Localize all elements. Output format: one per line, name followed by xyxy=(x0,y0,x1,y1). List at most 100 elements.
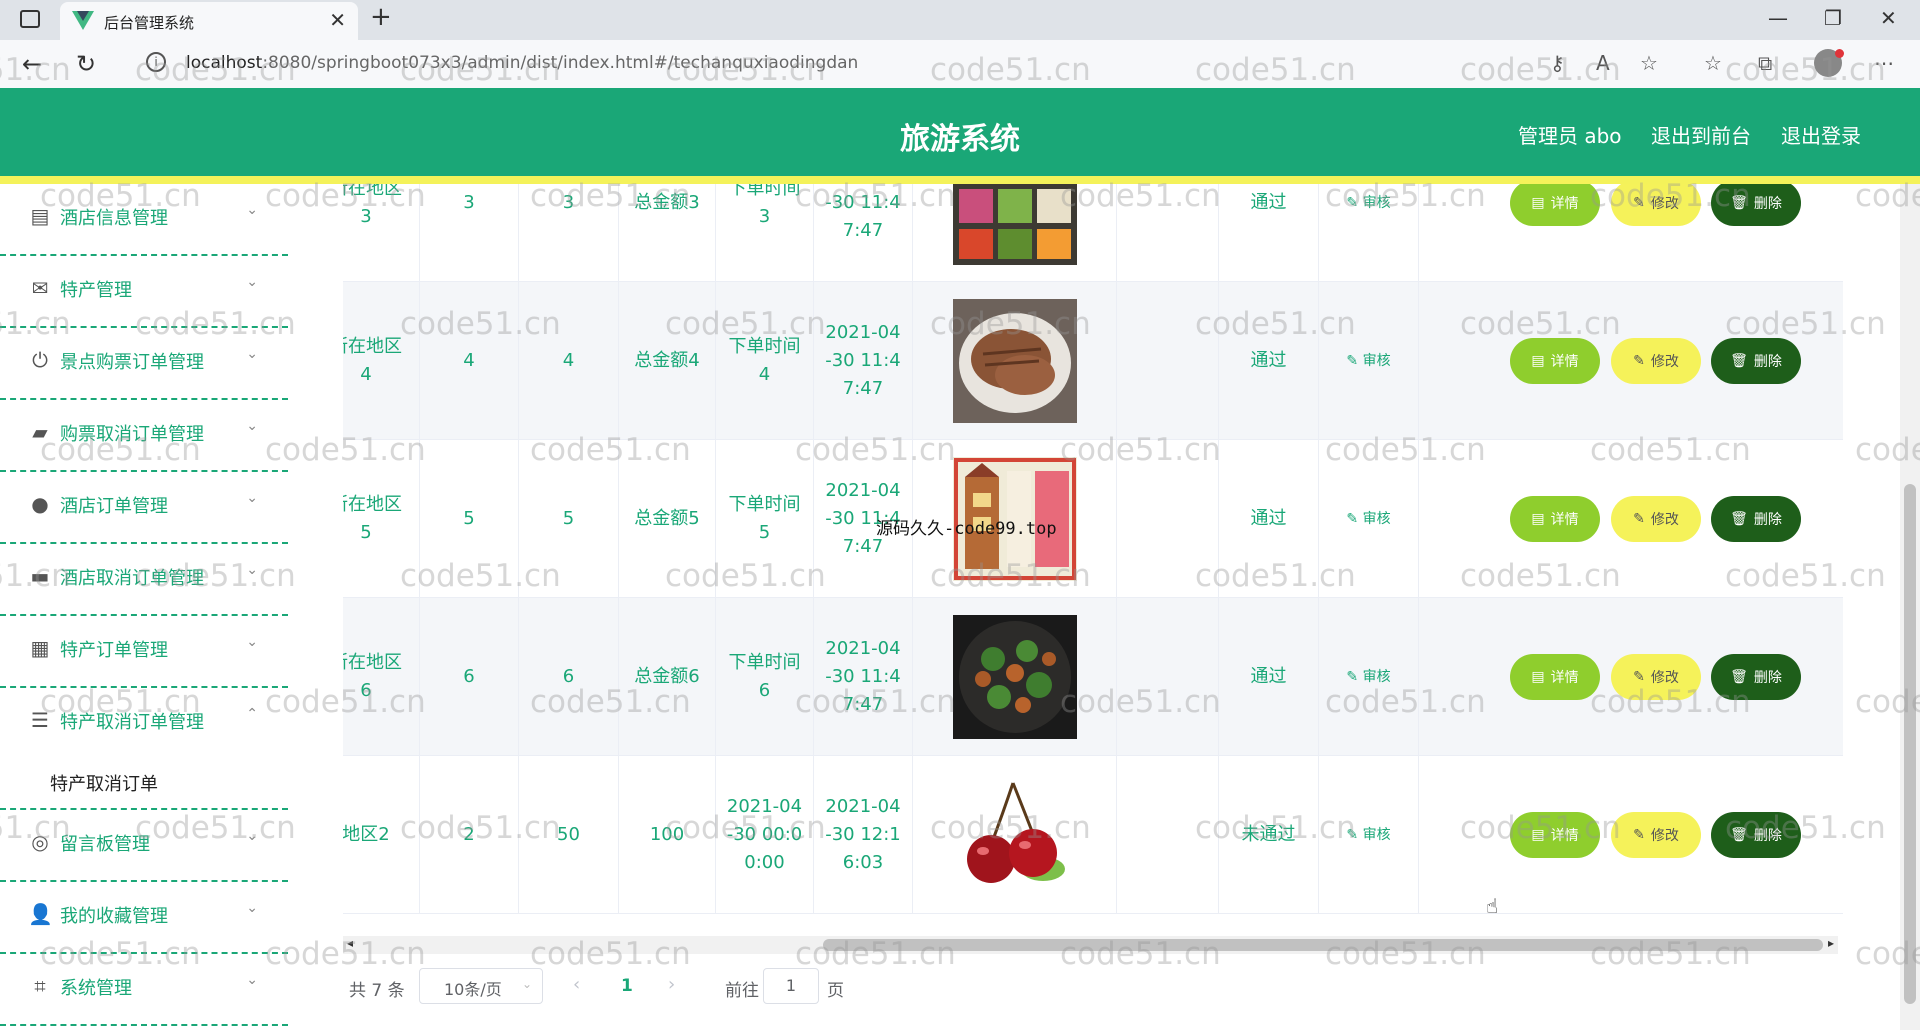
edit-icon: ✎ xyxy=(1633,669,1645,685)
url-field[interactable]: localhost:8080/springboot073x3/admin/dis… xyxy=(186,53,858,73)
product-thumbnail[interactable] xyxy=(952,299,1077,423)
table-cell xyxy=(1117,598,1219,756)
sidebar-item-label: 留言板管理 xyxy=(60,834,150,855)
sidebar-item-system[interactable]: ⌗ 系统管理 ⌄ xyxy=(0,954,288,1026)
status-cell: 通过 xyxy=(1219,282,1319,440)
url-host: localhost xyxy=(186,53,263,73)
detail-icon: ▤ xyxy=(1531,827,1545,843)
edit-button[interactable]: ✎ 修改 xyxy=(1611,496,1701,542)
delete-icon: 🗑 xyxy=(1730,669,1748,685)
audit-button[interactable]: ✎ 审核 xyxy=(1346,505,1390,533)
product-thumbnail[interactable] xyxy=(952,184,1077,265)
crop-icon: ⌗ xyxy=(34,974,46,998)
audit-cell: ✎ 审核 xyxy=(1319,756,1419,914)
logout-link[interactable]: 退出登录 xyxy=(1781,120,1861,149)
sidebar-item-label: 特产管理 xyxy=(60,280,132,301)
audit-button[interactable]: ✎ 审核 xyxy=(1346,663,1390,691)
table-cell: 总金额6 xyxy=(619,598,716,756)
delete-icon: 🗑 xyxy=(1730,195,1748,211)
sidebar-item-hotel-info[interactable]: ▤ 酒店信息管理 ⌄ xyxy=(0,184,288,256)
sidebar-item-favorites[interactable]: 👤 我的收藏管理 ⌄ xyxy=(0,882,288,954)
chevron-down-icon: ⌄ xyxy=(246,634,258,650)
browser-tab[interactable]: 后台管理系统 ✕ xyxy=(60,2,358,40)
detail-button[interactable]: ▤ 详情 xyxy=(1510,654,1600,700)
sidebar-item-ticket-cancel[interactable]: ▰ 购票取消订单管理 ⌄ xyxy=(0,400,288,472)
table-cell: 2021-04 -30 12:1 6:03 xyxy=(814,756,913,914)
vertical-scroll-thumb[interactable] xyxy=(1904,484,1916,1004)
table-cell: 所在地区 3 xyxy=(343,184,420,282)
minimize-icon[interactable]: — xyxy=(1768,6,1788,30)
table-cell: 2021-04 -30 00:0 0:00 xyxy=(716,756,814,914)
favorite-add-icon[interactable]: ☆ xyxy=(1640,51,1658,75)
submenu-specialty-cancel-order[interactable]: 特产取消订单 xyxy=(0,754,288,810)
sidebar-item-message-board[interactable]: ◎ 留言板管理 ⌄ xyxy=(0,810,288,882)
edit-button[interactable]: ✎ 修改 xyxy=(1611,812,1701,858)
site-info-icon[interactable]: i xyxy=(146,52,166,72)
exit-to-front-link[interactable]: 退出到前台 xyxy=(1651,120,1751,149)
page-size-select[interactable]: 10条/页 ⌄ xyxy=(419,968,543,1004)
collections-icon[interactable]: ⧉ xyxy=(1758,51,1772,75)
chevron-down-icon: ⌄ xyxy=(246,972,258,988)
audit-button[interactable]: ✎ 审核 xyxy=(1346,347,1390,375)
table-cell: 所在地区 5 xyxy=(343,440,420,598)
prev-page-icon[interactable]: ‹ xyxy=(573,974,580,995)
horizontal-scrollbar[interactable]: ◂ ▸ xyxy=(343,936,1838,954)
maximize-icon[interactable]: ❐ xyxy=(1824,6,1842,30)
sidebar-item-label: 购票取消订单管理 xyxy=(60,424,204,445)
back-icon[interactable]: ← xyxy=(22,50,42,78)
edit-button[interactable]: ✎ 修改 xyxy=(1611,654,1701,700)
tab-actions-icon[interactable] xyxy=(20,10,40,28)
close-tab-icon[interactable]: ✕ xyxy=(329,8,346,32)
scroll-left-icon[interactable]: ◂ xyxy=(347,936,353,950)
goto-page-input[interactable]: 1 xyxy=(763,968,819,1004)
sidebar-item-hotel-cancel[interactable]: ▬ 酒店取消订单管理 ⌄ xyxy=(0,544,288,616)
favorites-icon[interactable]: ☆ xyxy=(1704,51,1722,75)
detail-button[interactable]: ▤ 详情 xyxy=(1510,812,1600,858)
window-close-icon[interactable]: ✕ xyxy=(1880,6,1897,30)
vertical-scrollbar[interactable] xyxy=(1900,184,1920,1030)
delete-button[interactable]: 🗑 删除 xyxy=(1711,654,1801,700)
delete-button[interactable]: 🗑 删除 xyxy=(1711,496,1801,542)
overlay-watermark-text: 源码久久-code99.top xyxy=(876,519,1057,539)
scroll-right-icon[interactable]: ▸ xyxy=(1828,936,1834,950)
image-cell xyxy=(913,598,1117,756)
bulb-icon: ● xyxy=(31,492,49,516)
table-cell: 总金额5 xyxy=(619,440,716,598)
key-icon[interactable]: ⚷ xyxy=(1550,51,1565,75)
chevron-down-icon: ⌄ xyxy=(246,274,258,290)
delete-button[interactable]: 🗑 删除 xyxy=(1711,184,1801,226)
detail-button[interactable]: ▤ 详情 xyxy=(1510,338,1600,384)
horizontal-scroll-thumb[interactable] xyxy=(823,939,1823,951)
next-page-icon[interactable]: › xyxy=(668,974,675,995)
sidebar-item-specialty-cancel[interactable]: ☰ 特产取消订单管理 ⌃ xyxy=(0,688,288,760)
edit-button[interactable]: ✎ 修改 xyxy=(1611,184,1701,226)
current-page[interactable]: 1 xyxy=(621,976,633,996)
new-tab-icon[interactable]: + xyxy=(370,2,392,32)
more-icon[interactable]: ⋯ xyxy=(1874,51,1894,75)
edit-button[interactable]: ✎ 修改 xyxy=(1611,338,1701,384)
read-aloud-icon[interactable]: A xyxy=(1596,51,1610,75)
sidebar-item-specialty[interactable]: ✉ 特产管理 ⌄ xyxy=(0,256,288,328)
grid-icon: ▦ xyxy=(30,636,50,660)
chevron-down-icon: ⌄ xyxy=(246,490,258,506)
detail-button-label: 详情 xyxy=(1550,354,1579,370)
table-cell: 下单时间 4 xyxy=(716,282,814,440)
product-thumbnail[interactable] xyxy=(952,773,1077,897)
delete-icon: 🗑 xyxy=(1730,353,1748,369)
audit-button[interactable]: ✎ 审核 xyxy=(1346,821,1390,849)
detail-icon: ▤ xyxy=(1531,353,1545,369)
sidebar-item-ticket-orders[interactable]: ⏻ 景点购票订单管理 ⌄ xyxy=(0,328,288,400)
sidebar-item-specialty-orders[interactable]: ▦ 特产订单管理 ⌄ xyxy=(0,616,288,688)
profile-avatar[interactable] xyxy=(1814,49,1844,77)
product-thumbnail[interactable] xyxy=(952,615,1077,739)
detail-button[interactable]: ▤ 详情 xyxy=(1510,496,1600,542)
sidebar-item-label: 系统管理 xyxy=(60,978,132,999)
detail-button-label: 详情 xyxy=(1550,196,1579,212)
reload-icon[interactable]: ↻ xyxy=(76,50,96,78)
audit-button[interactable]: ✎ 审核 xyxy=(1346,189,1390,217)
detail-button[interactable]: ▤ 详情 xyxy=(1510,184,1600,226)
delete-button[interactable]: 🗑 删除 xyxy=(1711,812,1801,858)
sidebar-item-hotel-orders[interactable]: ● 酒店订单管理 ⌄ xyxy=(0,472,288,544)
table-cell: 2 xyxy=(420,756,519,914)
delete-button[interactable]: 🗑 删除 xyxy=(1711,338,1801,384)
